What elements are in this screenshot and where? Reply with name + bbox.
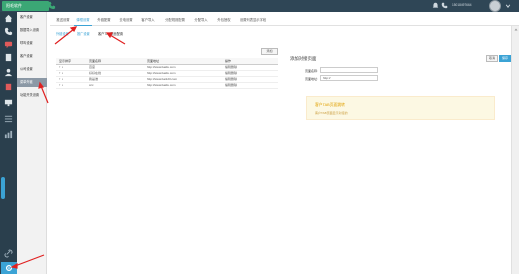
- tab-assign-rules[interactable]: 分配规则配置: [162, 16, 188, 24]
- page-url-cell: http://www.baidu.com: [144, 82, 222, 89]
- notification-icon[interactable]: [432, 2, 439, 9]
- page-name-cell: ccc: [86, 82, 144, 89]
- logo-text: 阳毛软件: [6, 3, 22, 8]
- phone-small-icon[interactable]: [441, 2, 448, 9]
- add-page-form: 添加对接页面: [286, 52, 498, 132]
- submenu-item-company[interactable]: 公司设置: [17, 65, 47, 74]
- chart-icon[interactable]: [4, 130, 13, 139]
- page-name-input[interactable]: [320, 67, 378, 73]
- notice-box: 客户TAB页面跳转 客户TAB页面显示对接的: [306, 96, 495, 120]
- page-url-label: 页面地址:: [305, 77, 318, 81]
- monitor-icon[interactable]: [4, 98, 13, 107]
- phone-icon[interactable]: [47, 1, 56, 10]
- sort-arrows[interactable]: ↑↓: [56, 82, 86, 89]
- app-logo[interactable]: 阳毛软件: [2, 1, 49, 11]
- gear-icon: [5, 264, 13, 272]
- edit-delete-link[interactable]: 编辑删除: [222, 82, 278, 89]
- submenu-item-customer[interactable]: 客户设置: [17, 13, 47, 22]
- home-icon[interactable]: [4, 14, 13, 23]
- avatar[interactable]: [489, 0, 501, 12]
- tab-bar: 推送设置 弹框设置 外链配置 去电设置 客户导入 分配规则配置 分配导入 外包授…: [50, 14, 519, 26]
- form-title: 添加对接页面: [290, 56, 317, 61]
- settings-button[interactable]: [1, 262, 17, 274]
- tab-popup[interactable]: 弹框设置: [74, 16, 92, 26]
- submenu-item-import[interactable]: 数据导入设置: [17, 26, 47, 35]
- save-button[interactable]: 保存: [499, 55, 511, 62]
- sort-arrows-icon[interactable]: ↑↓: [59, 83, 64, 87]
- rail-scroll-indicator[interactable]: [1, 177, 5, 199]
- sort-arrows-icon[interactable]: ↑↓: [59, 77, 64, 81]
- submenu-item-label: 数据导入设置: [20, 28, 40, 32]
- tab-customer-import[interactable]: 客户导入: [139, 16, 157, 24]
- submenu-item-feature-switch[interactable]: 功能开关设置: [17, 91, 47, 100]
- sort-arrows-icon[interactable]: ↑↓: [59, 71, 64, 75]
- subtab-external-link[interactable]: 外链设置: [56, 30, 69, 39]
- notice-description: 客户TAB页面显示对接的: [315, 111, 348, 115]
- clipboard-icon[interactable]: [4, 82, 13, 91]
- tab-external-link[interactable]: 外链配置: [95, 16, 113, 24]
- submenu-item-label: 客户设置: [20, 15, 33, 19]
- subtab-promotion[interactable]: 推广设置: [77, 30, 90, 39]
- submenu-item-call[interactable]: 呼叫设置: [17, 39, 47, 48]
- settings-submenu: 客户设置 数据导入设置 呼叫设置 客户设置 公司设置 菜单外链 功能开关设置: [17, 12, 47, 274]
- tab-list-fields[interactable]: 设置列表显示字段: [236, 16, 270, 24]
- subtab-bar: 外链设置 推广设置 客户TAB页面配置: [52, 30, 252, 39]
- submenu-item-label: 呼叫设置: [20, 41, 33, 45]
- top-bar: 阳毛软件 15018497664: [0, 0, 519, 12]
- page-name-label: 页面名称:: [305, 69, 318, 73]
- tab-assign-import[interactable]: 分配导入: [192, 16, 210, 24]
- submenu-item-customer-2[interactable]: 客户设置: [17, 52, 47, 61]
- user-icon[interactable]: [4, 68, 13, 77]
- document-icon[interactable]: [4, 53, 13, 62]
- page-scrollbar[interactable]: [511, 26, 519, 274]
- tab-push[interactable]: 推送设置: [54, 16, 72, 24]
- page-url-input[interactable]: http://: [320, 75, 378, 81]
- submenu-item-label: 公司设置: [20, 67, 33, 71]
- chat-icon[interactable]: [4, 40, 13, 49]
- subtab-customer-tab[interactable]: 客户TAB页面配置: [98, 30, 123, 39]
- list-icon[interactable]: [4, 114, 13, 123]
- phone-icon[interactable]: [4, 27, 13, 36]
- icon-rail: [0, 12, 17, 274]
- submenu-item-label: 功能开关设置: [20, 93, 40, 97]
- scroll-up-icon[interactable]: [513, 27, 519, 32]
- submenu-item-external-link[interactable]: 菜单外链: [17, 78, 47, 87]
- cancel-button[interactable]: 取消: [486, 55, 498, 62]
- page-table: 显示排序 页面名称 页面地址 操作 ↑↓ 百度 http://www.baidu…: [56, 58, 278, 89]
- table-row: ↑↓ ccc http://www.baidu.com 编辑删除: [56, 82, 278, 89]
- sort-arrows-icon[interactable]: ↑↓: [59, 65, 64, 69]
- page-list-panel: 添加 显示排序 页面名称 页面地址 操作 ↑↓ 百度 http://www.ba…: [52, 45, 278, 274]
- tab-outsourcing[interactable]: 外包授权: [215, 16, 233, 24]
- chevron-down-icon[interactable]: [505, 3, 512, 10]
- add-button[interactable]: 添加: [261, 48, 278, 55]
- username-label[interactable]: 15018497664: [452, 3, 472, 7]
- submenu-item-label: 客户设置: [20, 54, 33, 58]
- submenu-item-label: 菜单外链: [20, 80, 33, 84]
- tab-outbound[interactable]: 去电设置: [117, 16, 135, 24]
- link-icon[interactable]: [4, 249, 13, 258]
- notice-title: 客户TAB页面跳转: [315, 103, 345, 107]
